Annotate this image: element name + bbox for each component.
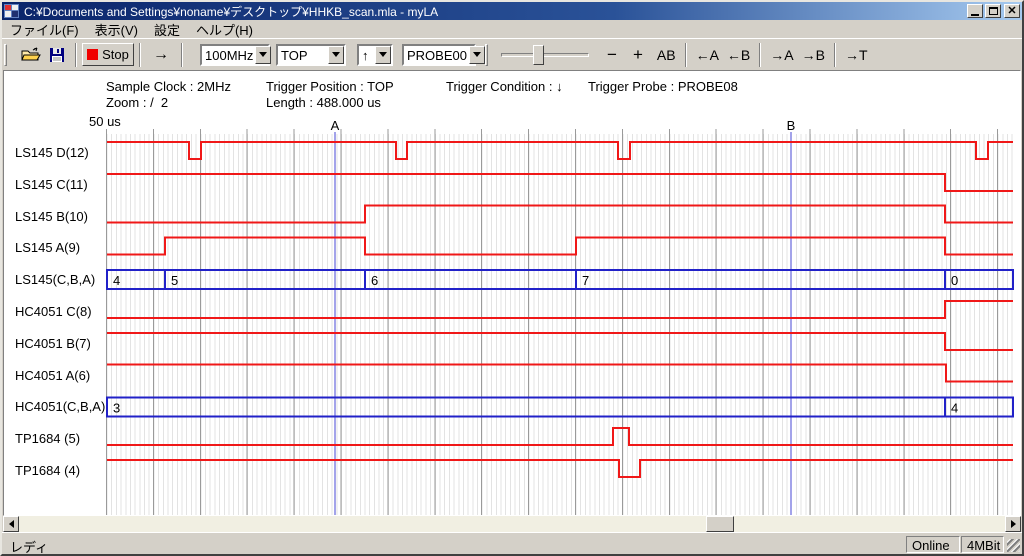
toolbar-separator (834, 43, 836, 67)
goto-trigger-button[interactable]: →T (841, 43, 872, 67)
save-floppy-icon (49, 47, 65, 63)
trigger-edge-combobox[interactable]: ↑ (357, 44, 393, 66)
toolbar: Stop → 100MHz TOP ↑ PROBE00 − + AB (2, 38, 1022, 70)
arrow-left-icon (9, 520, 14, 528)
close-icon: ✕ (1007, 6, 1016, 16)
sample-clock-combobox[interactable]: 100MHz (200, 44, 270, 66)
window-title: C:¥Documents and Settings¥noname¥デスクトップ¥… (24, 3, 965, 20)
zoom-in-button[interactable]: + (629, 43, 647, 67)
chevron-down-icon (473, 52, 481, 57)
combo-dropdown-button[interactable] (469, 46, 485, 64)
bus-value: 4 (951, 400, 958, 415)
open-file-button[interactable] (18, 43, 44, 67)
trigger-probe-value: PROBE00 (404, 46, 469, 64)
menu-settings[interactable]: 設定 (146, 19, 188, 40)
maximize-button[interactable] (985, 4, 1001, 18)
goto-b-right-button[interactable]: →B (798, 43, 829, 67)
stop-button[interactable]: Stop (82, 43, 134, 66)
toolbar-grip[interactable] (485, 44, 488, 66)
zoom-slider-track (501, 53, 589, 57)
goto-a-left-button[interactable]: ←A (692, 43, 723, 67)
scroll-right-button[interactable] (1005, 516, 1021, 532)
minimize-button[interactable] (967, 4, 983, 18)
title-bar: C:¥Documents and Settings¥noname¥デスクトップ¥… (2, 2, 1022, 20)
menu-help[interactable]: ヘルプ(H) (188, 19, 261, 40)
close-button[interactable]: ✕ (1004, 4, 1020, 18)
status-online-badge: Online (906, 536, 960, 553)
status-bar: レディ Online 4MBit (2, 532, 1022, 554)
toolbar-separator (75, 43, 77, 67)
run-button[interactable]: → (146, 43, 176, 67)
minimize-icon (971, 14, 979, 16)
status-ready-text: レディ (10, 537, 48, 556)
menu-file[interactable]: ファイル(F) (2, 19, 87, 40)
goto-a-right-button[interactable]: →A (766, 43, 797, 67)
chevron-down-icon (379, 52, 387, 57)
save-button[interactable] (44, 43, 70, 67)
resize-grip[interactable] (1007, 539, 1020, 552)
scrollbar-track[interactable] (19, 516, 1005, 532)
status-memory-badge: 4MBit (961, 536, 1004, 553)
chevron-down-icon (332, 52, 340, 57)
zoom-slider-thumb[interactable] (533, 45, 544, 65)
menu-view[interactable]: 表示(V) (87, 19, 146, 40)
stop-icon (87, 49, 98, 60)
bus-value: 6 (371, 273, 378, 288)
combo-dropdown-button[interactable] (375, 46, 391, 64)
toolbar-grip[interactable] (4, 44, 7, 66)
toolbar-separator (139, 43, 141, 67)
waveform-panel: Sample Clock : 2MHz Trigger Position : T… (3, 70, 1021, 516)
combo-dropdown-button[interactable] (255, 46, 271, 64)
grid (107, 129, 1013, 515)
stop-label: Stop (102, 47, 129, 62)
app-icon (4, 3, 20, 19)
bus-value: 3 (113, 400, 120, 415)
bus-value: 5 (171, 273, 178, 288)
zoom-slider[interactable] (501, 44, 589, 66)
arrow-right-icon (1011, 520, 1016, 528)
trigger-edge-value: ↑ (359, 46, 375, 64)
horizontal-scrollbar[interactable] (3, 516, 1021, 532)
zoom-out-button[interactable]: − (603, 43, 621, 67)
bus-value: 0 (951, 273, 958, 288)
ab-button[interactable]: AB (653, 43, 680, 67)
toolbar-separator (759, 43, 761, 67)
chevron-down-icon (259, 52, 267, 57)
toolbar-separator (181, 43, 183, 67)
toolbar-separator (685, 43, 687, 67)
app-window: C:¥Documents and Settings¥noname¥デスクトップ¥… (0, 0, 1024, 556)
bus-value: 4 (113, 273, 120, 288)
trigger-probe-combobox[interactable]: PROBE00 (402, 44, 476, 66)
menu-bar: ファイル(F) 表示(V) 設定 ヘルプ(H) (2, 20, 1022, 38)
run-arrow-icon: → (153, 46, 169, 64)
scrollbar-thumb[interactable] (706, 516, 734, 532)
cursor-a-label: A (331, 118, 340, 133)
sample-clock-value: 100MHz (202, 46, 255, 64)
maximize-icon (989, 7, 998, 15)
time-scale-label: 50 us (89, 114, 121, 129)
scroll-left-button[interactable] (3, 516, 19, 532)
cursor-b-label: B (787, 118, 796, 133)
combo-dropdown-button[interactable] (328, 46, 344, 64)
open-folder-icon (21, 47, 41, 63)
trigger-position-value: TOP (278, 46, 328, 64)
trigger-position-combobox[interactable]: TOP (276, 44, 346, 66)
bus-value: 7 (582, 273, 589, 288)
goto-b-left-button[interactable]: ←B (723, 43, 754, 67)
waveform-canvas[interactable]: 50 us A B 4 5 6 7 0 3 4 (4, 71, 1020, 515)
